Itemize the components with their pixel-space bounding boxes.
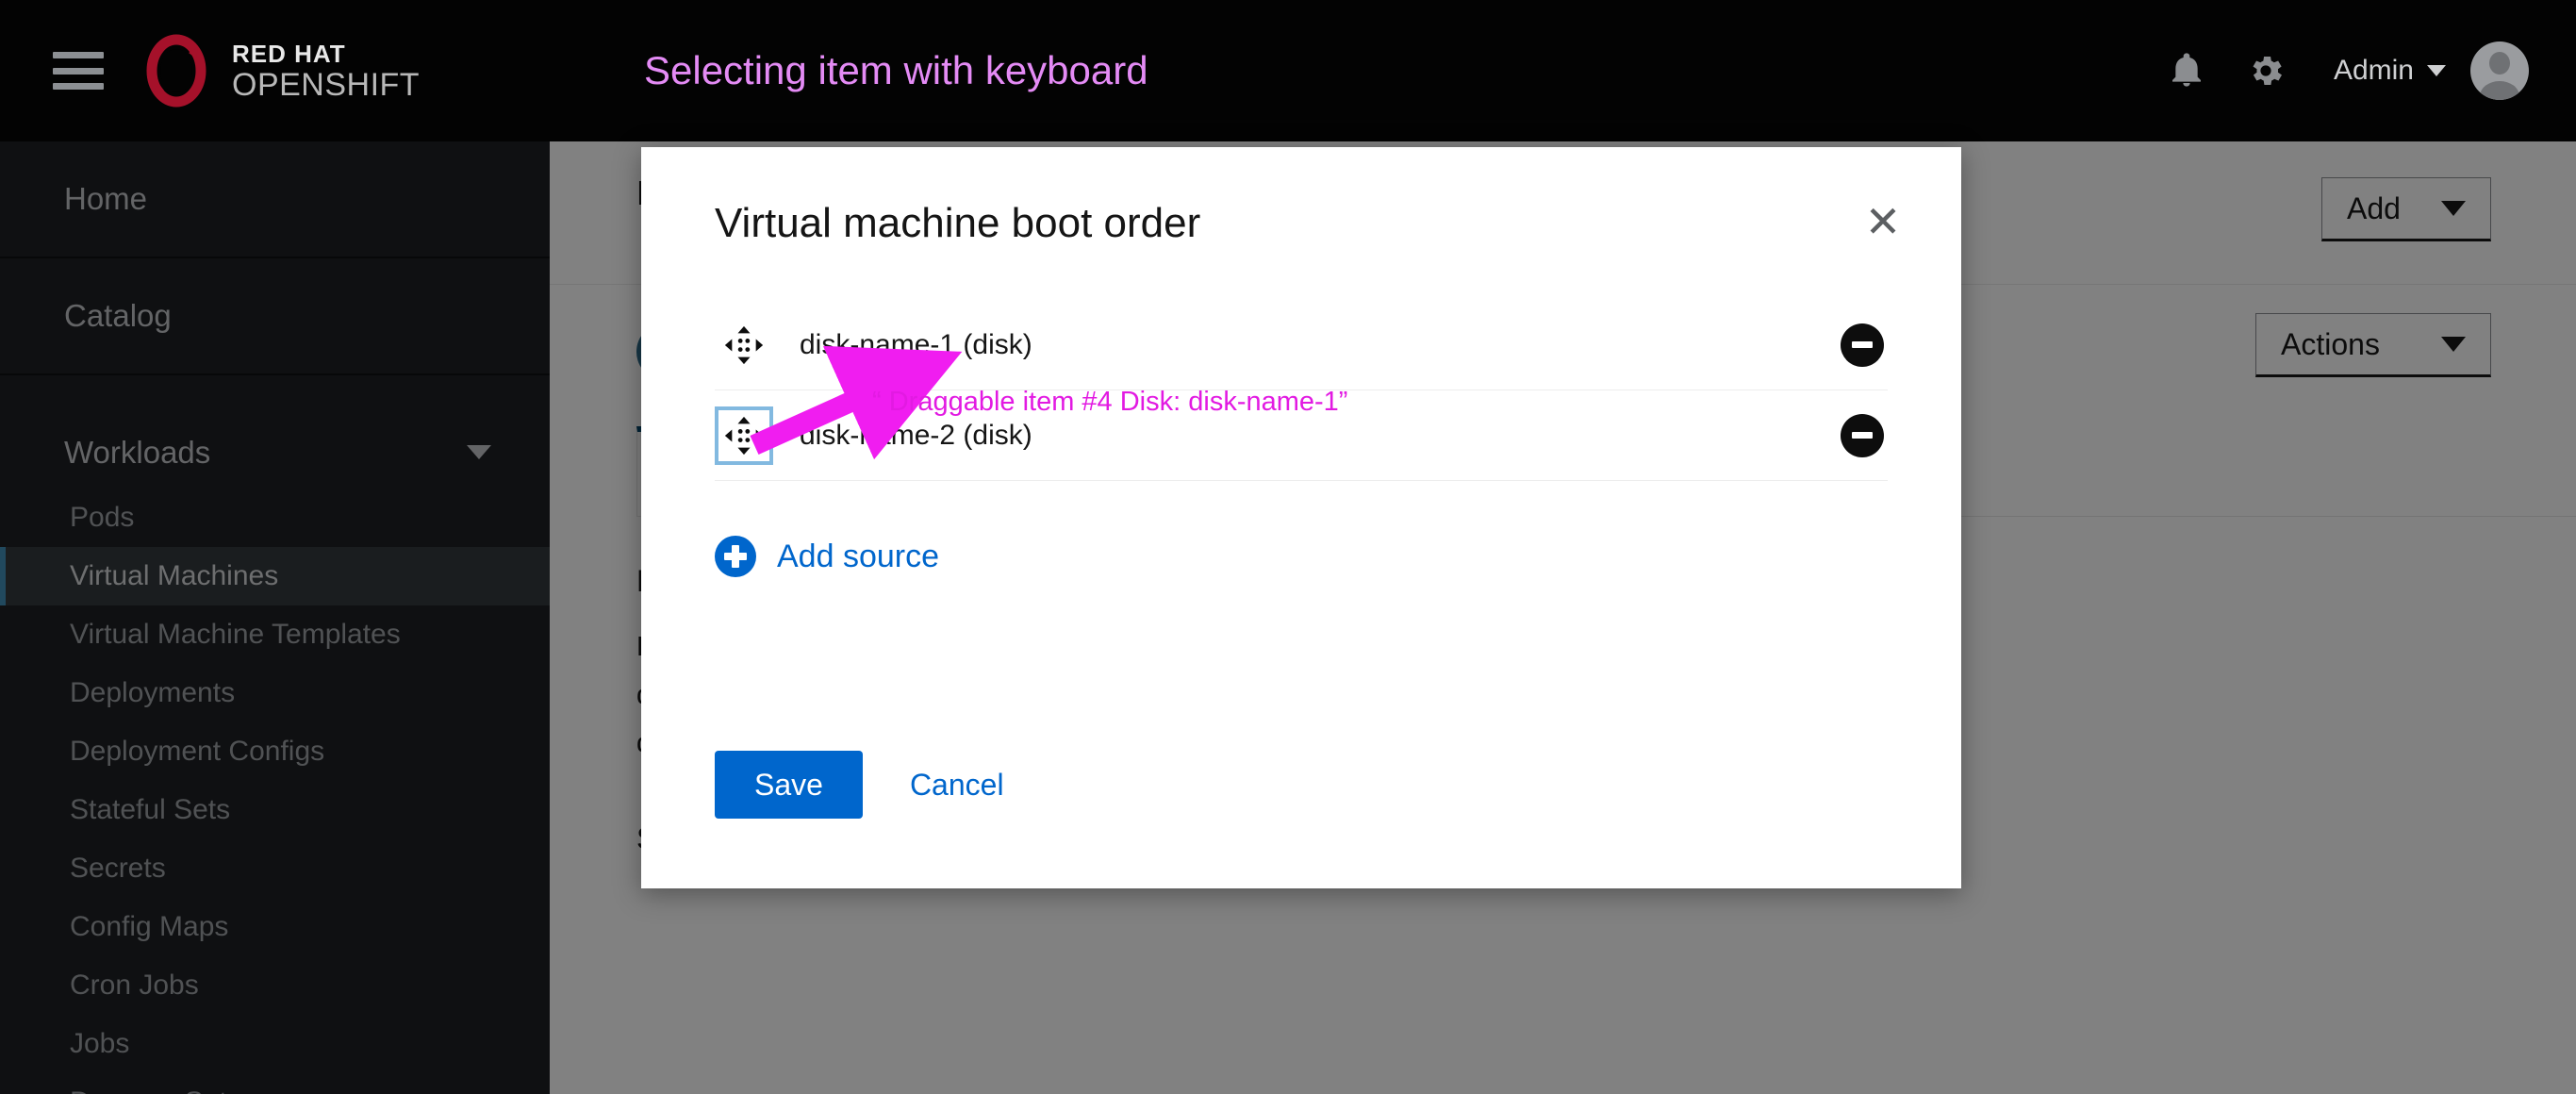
chevron-down-icon: [2427, 65, 2446, 76]
avatar[interactable]: [2470, 41, 2529, 100]
close-icon[interactable]: ✕: [1858, 196, 1908, 247]
user-name-label: Admin: [2333, 55, 2414, 86]
brand-line-2: OPENSHIFT: [232, 66, 421, 103]
boot-order-item: disk-name-2 (disk): [715, 390, 1888, 481]
brand-wordmark: RED HAT OPENSHIFT: [232, 41, 420, 101]
add-source-label: Add source: [777, 538, 939, 574]
modal-title: Virtual machine boot order: [715, 200, 1201, 246]
arrows-move-icon[interactable]: [715, 406, 773, 465]
modal-footer: Save Cancel: [715, 751, 1010, 819]
boot-order-item: disk-name-1 (disk): [715, 300, 1888, 390]
bell-icon[interactable]: [2147, 31, 2226, 110]
page-banner-title: Selecting item with keyboard: [644, 48, 1148, 92]
user-menu-button[interactable]: Admin: [2334, 55, 2446, 87]
gear-icon[interactable]: [2226, 31, 2305, 110]
app-root: Project Add VM Actions Overview Details …: [0, 0, 2576, 1094]
hamburger-icon[interactable]: [53, 52, 104, 90]
boot-order-item-label: disk-name-2 (disk): [800, 419, 1032, 451]
save-button[interactable]: Save: [715, 751, 863, 819]
cancel-button[interactable]: Cancel: [904, 768, 1010, 803]
brand-line-1: RED HAT: [232, 39, 346, 68]
minus-circle-icon[interactable]: [1841, 323, 1884, 367]
brand-logo-group[interactable]: RED HAT OPENSHIFT: [140, 34, 420, 108]
masthead: RED HAT OPENSHIFT Selecting item with ke…: [0, 0, 2576, 141]
plus-circle-icon: [715, 536, 756, 577]
masthead-actions: Admin: [2147, 0, 2529, 141]
redhat-logo-icon: [140, 34, 213, 108]
add-source-button[interactable]: Add source: [715, 536, 939, 577]
minus-circle-icon[interactable]: [1841, 413, 1884, 457]
boot-order-item-label: disk-name-1 (disk): [800, 328, 1032, 360]
modal-body: disk-name-1 (disk) disk-name-2 (disk) Ad…: [641, 247, 1961, 577]
arrows-move-icon[interactable]: [715, 316, 773, 374]
modal-header: Virtual machine boot order ✕: [641, 147, 1961, 247]
boot-order-modal: Virtual machine boot order ✕ disk-name-1…: [641, 147, 1961, 888]
